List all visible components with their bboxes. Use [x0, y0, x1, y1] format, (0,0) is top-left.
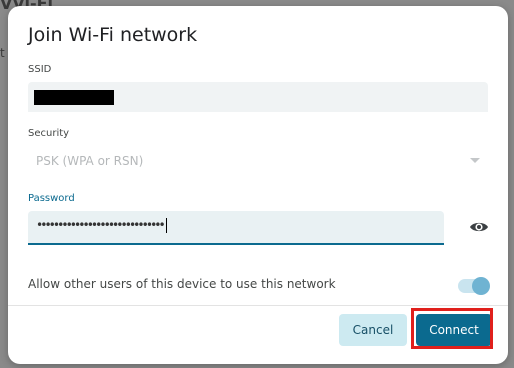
background-text: t — [0, 46, 5, 60]
dialog-title: Join Wi-Fi network — [28, 24, 198, 46]
footer-divider — [8, 305, 508, 306]
share-network-toggle[interactable] — [458, 277, 490, 295]
cancel-button[interactable]: Cancel — [339, 314, 407, 346]
security-selected-value: PSK (WPA or RSN) — [36, 154, 144, 168]
security-label: Security — [28, 128, 70, 139]
text-caret — [165, 218, 167, 233]
password-masked-value: •••••••••••••••••••••••••••••• — [36, 218, 167, 233]
security-select[interactable]: PSK (WPA or RSN) — [28, 146, 488, 176]
ssid-label: SSID — [28, 64, 52, 75]
ssid-redaction — [34, 90, 114, 105]
share-network-label: Allow other users of this device to use … — [28, 277, 336, 291]
password-label: Password — [28, 193, 75, 204]
eye-icon[interactable] — [469, 220, 489, 234]
toggle-knob — [472, 277, 490, 295]
ssid-input[interactable] — [28, 82, 488, 112]
password-dots: •••••••••••••••••••••••••••••• — [36, 218, 166, 232]
dropdown-arrow-icon — [470, 158, 480, 163]
join-wifi-dialog: Join Wi-Fi network SSID Security PSK (WP… — [8, 6, 508, 364]
connect-button[interactable]: Connect — [416, 314, 492, 346]
password-input[interactable]: •••••••••••••••••••••••••••••• — [28, 211, 444, 245]
